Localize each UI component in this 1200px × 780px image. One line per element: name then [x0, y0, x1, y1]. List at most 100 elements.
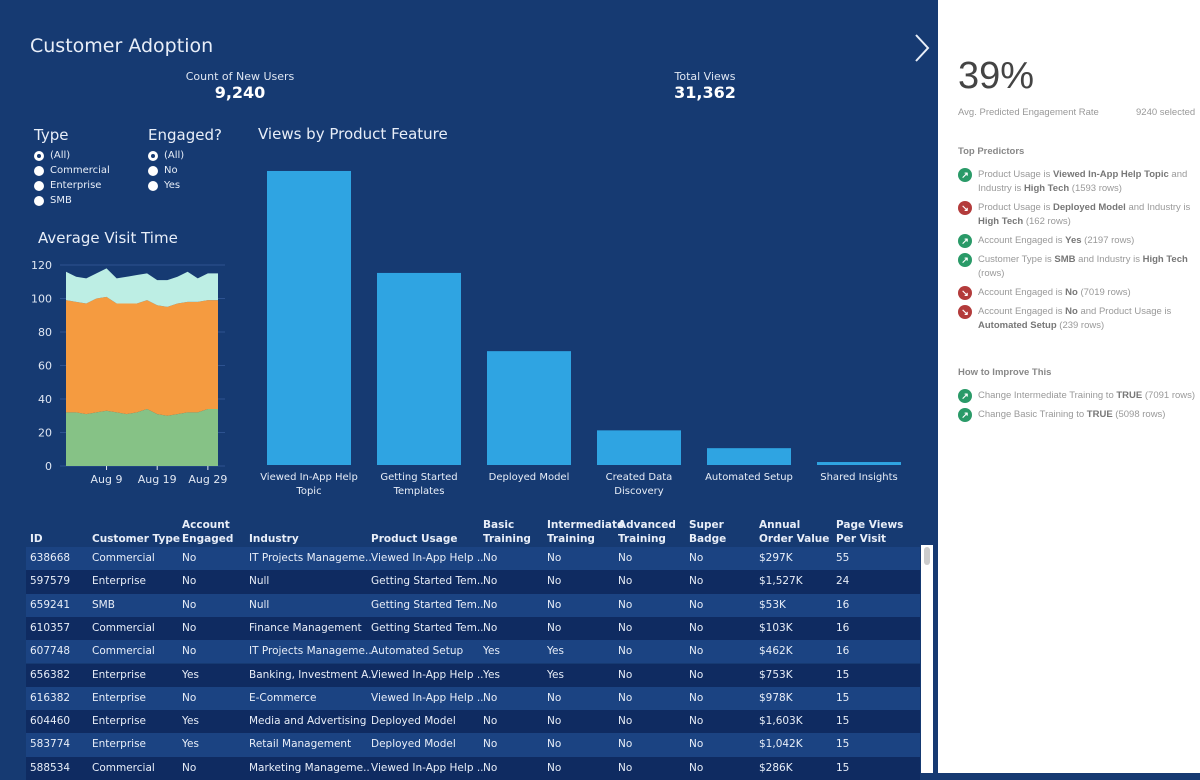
table-cell: 55	[836, 552, 850, 564]
predictor-item: ↗ Product Usage is Viewed In-App Help Top…	[958, 168, 1200, 196]
table-cell: No	[182, 552, 197, 564]
radio-option[interactable]: (All)	[148, 148, 222, 163]
radio-label: SMB	[50, 195, 72, 206]
column-header[interactable]: ID	[30, 516, 90, 546]
arrow-up-right-icon: ↗	[958, 234, 972, 248]
column-header[interactable]: Super Badge	[689, 516, 757, 546]
bar[interactable]	[707, 448, 791, 465]
table-row[interactable]: 588534 Commercial No Marketing Manageme.. Vi…	[26, 756, 920, 780]
radio-option[interactable]: No	[148, 163, 222, 178]
radio-option[interactable]: Enterprise	[34, 178, 110, 193]
y-tick-label: 100	[31, 293, 52, 306]
table-cell: No	[689, 715, 704, 728]
table-cell: Enterprise	[92, 668, 147, 681]
table-cell: $286K	[759, 761, 793, 774]
table-row[interactable]: 607748 Commercial No IT Projects Manageme..…	[26, 640, 920, 664]
kpi-value: 9,240	[214, 83, 266, 102]
table-cell: $462K	[759, 645, 793, 658]
table-cell: Automated Setup	[371, 645, 464, 658]
chevron-right-icon[interactable]	[912, 32, 932, 64]
table-cell: No	[547, 761, 562, 774]
table-cell: Viewed In-App Help ..	[371, 552, 484, 564]
bar[interactable]	[487, 351, 571, 465]
area-series-2	[66, 268, 218, 307]
table-row[interactable]: 597579 Enterprise No Null Getting Started Te…	[26, 570, 920, 594]
column-header[interactable]: Page Views Per Visit	[836, 516, 916, 546]
table-cell: No	[618, 645, 633, 658]
column-header[interactable]: Product Usage	[371, 516, 481, 546]
table-cell: Deployed Model	[371, 715, 456, 728]
radio-icon[interactable]	[34, 180, 44, 191]
table-cell: No	[483, 715, 498, 728]
column-header[interactable]: Industry	[249, 516, 369, 546]
radio-option[interactable]: Commercial	[34, 163, 110, 178]
table-cell: Enterprise	[92, 738, 147, 751]
table-cell: No	[689, 598, 704, 611]
table-cell: No	[547, 552, 562, 564]
y-tick-label: 20	[38, 427, 52, 440]
table-cell: No	[689, 575, 704, 588]
table-cell: No	[618, 691, 633, 704]
table-row[interactable]: 583774 Enterprise Yes Retail Management Depl…	[26, 733, 920, 757]
table-cell: Commercial	[92, 552, 155, 564]
bar[interactable]	[267, 170, 351, 465]
radio-option[interactable]: Yes	[148, 178, 222, 193]
column-header[interactable]: Intermediate Training	[547, 516, 624, 546]
column-header[interactable]: Advanced Training	[618, 516, 687, 546]
radio-icon[interactable]	[148, 165, 158, 176]
table-cell: 15	[836, 668, 850, 681]
table-scrollbar[interactable]	[921, 545, 933, 773]
radio-icon[interactable]	[148, 150, 158, 161]
y-tick-label: 0	[45, 460, 52, 473]
arrow-down-right-icon: ↘	[958, 201, 972, 215]
table-cell: Yes	[547, 668, 564, 681]
predictor-item: ↘ Account Engaged is No and Product Usage…	[958, 305, 1200, 333]
column-header[interactable]: Customer Type	[92, 516, 180, 546]
filter-type: Type (All) Commercial Enterprise SMB	[34, 126, 110, 208]
radio-option[interactable]: SMB	[34, 193, 110, 208]
table-cell: No	[547, 575, 562, 588]
radio-option[interactable]: (All)	[34, 148, 110, 163]
arrow-down-right-icon: ↘	[958, 305, 972, 319]
kpi-value: 31,362	[674, 83, 736, 102]
table-cell: No	[618, 575, 633, 588]
column-header[interactable]: Account Engaged	[182, 516, 247, 546]
radio-icon[interactable]	[34, 165, 44, 176]
table-cell: No	[547, 598, 562, 611]
predictor-text: Customer Type is SMB and Industry is Hig…	[978, 254, 1188, 279]
table-cell: No	[689, 738, 704, 751]
table-cell: 588534	[30, 761, 71, 774]
radio-icon[interactable]	[148, 180, 158, 191]
radio-label: Yes	[164, 180, 181, 191]
table-row[interactable]: 604460 Enterprise Yes Media and Advertising…	[26, 710, 920, 734]
engagement-rate: 39%	[958, 55, 1035, 97]
table-cell: Getting Started Tem..	[371, 598, 484, 611]
table-cell: 607748	[30, 645, 71, 658]
table-cell: No	[547, 738, 562, 751]
table-row[interactable]: 659241 SMB No Null Getting Started Tem.. No No…	[26, 593, 920, 617]
table-cell: No	[483, 738, 498, 751]
category-label: Shared Insights	[820, 472, 897, 483]
scrollbar-thumb[interactable]	[924, 547, 930, 565]
radio-icon[interactable]	[34, 195, 44, 206]
table-cell: No	[689, 668, 704, 681]
column-header[interactable]: Annual Order Value	[759, 516, 834, 546]
table-cell: No	[182, 621, 197, 634]
bar[interactable]	[597, 430, 681, 465]
table-row[interactable]: 616382 Enterprise No E-Commerce Viewed In-Ap…	[26, 686, 920, 711]
column-header[interactable]: Basic Training	[483, 516, 545, 546]
table-cell: 16	[836, 598, 850, 611]
table-cell: No	[618, 715, 633, 728]
explain-panel: 39% Avg. Predicted Engagement Rate 9240 …	[938, 0, 1200, 773]
table-cell: $1,042K	[759, 738, 803, 751]
table-row[interactable]: 656382 Enterprise Yes Banking, Investment A…	[26, 663, 920, 687]
improve-title: How to Improve This	[958, 367, 1052, 378]
table-row[interactable]: 610357 Commercial No Finance Management Gett…	[26, 616, 920, 641]
kpi-label: Total Views	[674, 70, 736, 83]
table-cell: No	[547, 715, 562, 728]
radio-icon[interactable]	[34, 150, 44, 161]
table-row[interactable]: 638668 Commercial No IT Projects Manageme..…	[26, 547, 920, 571]
bar[interactable]	[377, 272, 461, 465]
bar[interactable]	[817, 462, 901, 465]
table-cell: Commercial	[92, 645, 155, 658]
